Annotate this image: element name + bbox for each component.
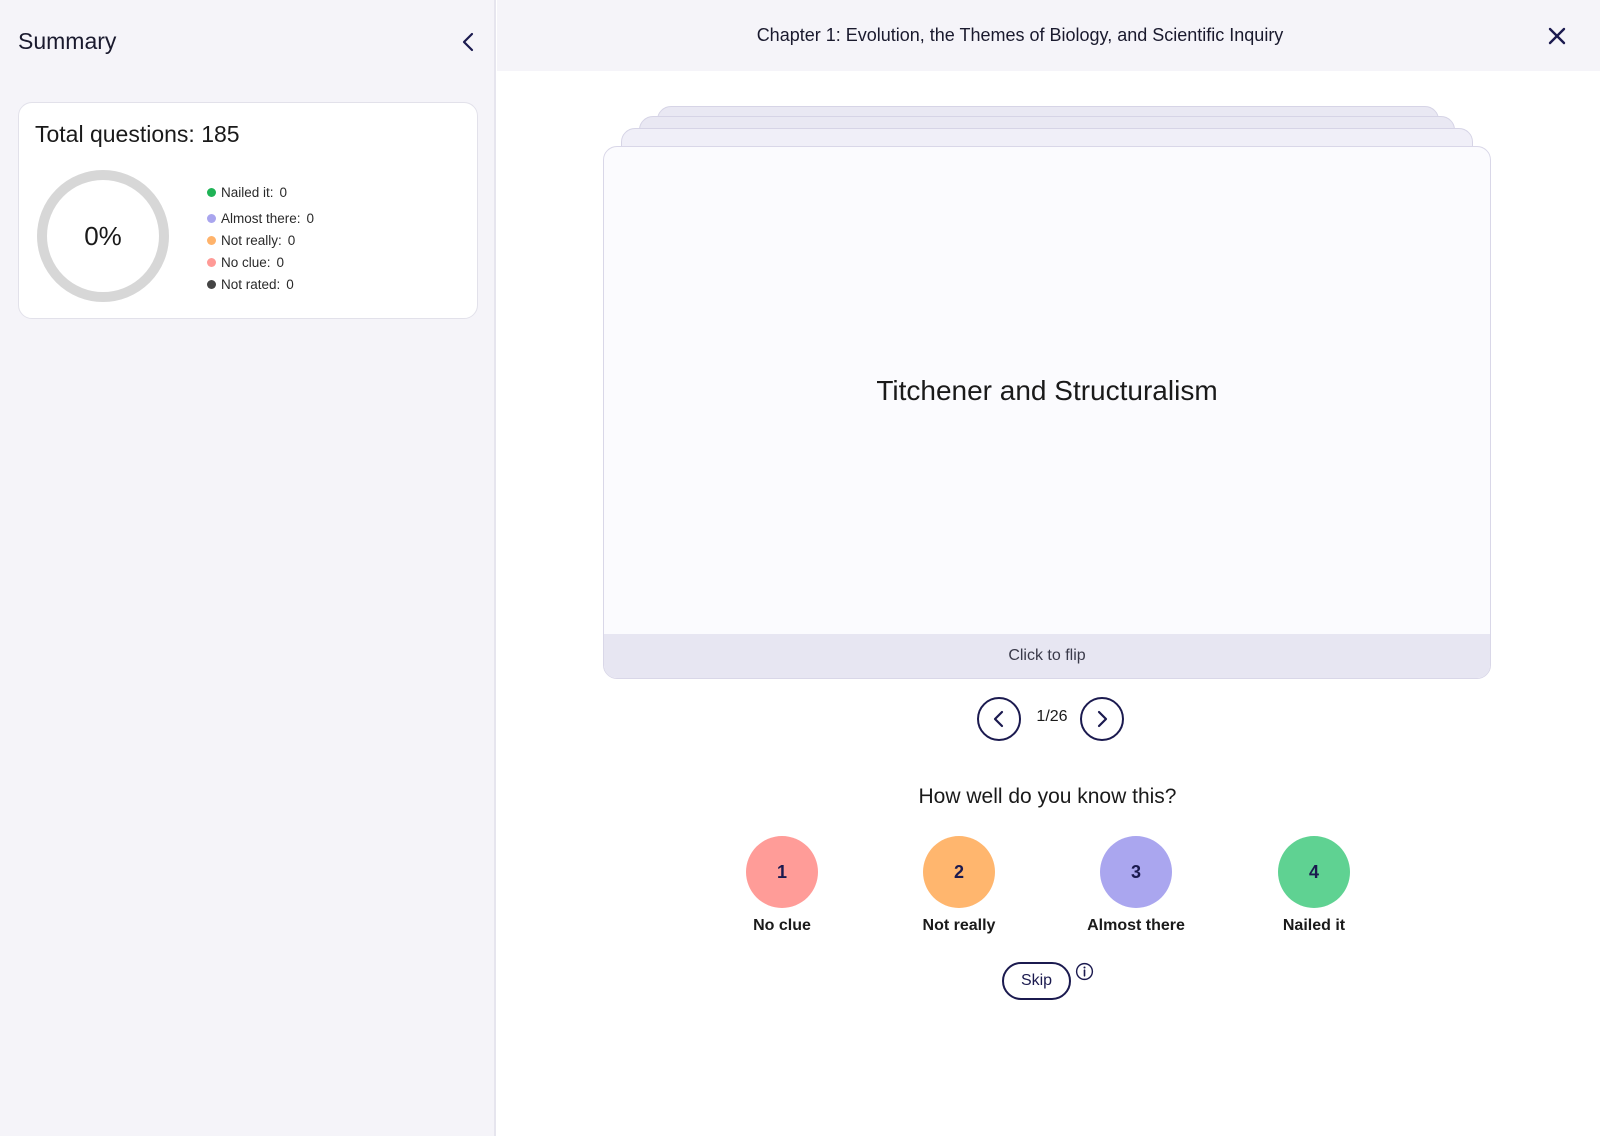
legend-label: Not rated:	[221, 276, 281, 292]
info-icon[interactable]	[1075, 962, 1094, 981]
flashcard[interactable]: Titchener and Structuralism Click to fli…	[603, 146, 1491, 679]
total-questions: Total questions: 185	[35, 121, 240, 147]
legend-dot	[207, 187, 216, 197]
legend-dot	[207, 235, 216, 245]
legend-item-not-really: Not really: 0	[207, 229, 314, 251]
rating-circle: 1	[746, 836, 818, 908]
rating-circle: 4	[1278, 836, 1350, 908]
legend-value: 0	[276, 254, 285, 270]
sidebar-title: Summary	[18, 28, 117, 54]
legend-dot	[207, 213, 216, 223]
summary-card: Total questions: 185 0% Nailed it: 0 Alm…	[18, 102, 478, 319]
legend-label: Not really:	[221, 232, 282, 248]
rate-almost-there-button[interactable]: 3 Almost there	[1066, 836, 1206, 935]
rating-label: Almost there	[1087, 917, 1185, 934]
next-card-button[interactable]	[1080, 697, 1124, 741]
chevron-left-icon	[993, 710, 1004, 728]
legend-value: 0	[279, 184, 288, 200]
chevron-right-icon	[1097, 710, 1108, 728]
legend-label: Nailed it:	[221, 184, 274, 200]
legend-label: Almost there:	[221, 210, 301, 226]
legend-dot	[207, 257, 216, 267]
header-bar: Chapter 1: Evolution, the Themes of Biol…	[497, 0, 1600, 71]
chapter-title: Chapter 1: Evolution, the Themes of Biol…	[756, 25, 1284, 45]
rating-question: How well do you know this?	[918, 785, 1177, 808]
legend-item-nailed-it: Nailed it: 0	[207, 181, 314, 203]
rating-label: Not really	[922, 917, 996, 934]
rating-circle: 3	[1100, 836, 1172, 908]
chevron-left-icon	[462, 32, 474, 52]
legend-item-no-clue: No clue: 0	[207, 251, 314, 273]
legend-label: No clue:	[221, 254, 271, 270]
legend-item-almost-there: Almost there: 0	[207, 207, 314, 229]
rating-label: Nailed it	[1282, 917, 1346, 934]
flashcard-term: Titchener and Structuralism	[876, 375, 1218, 406]
close-icon	[1548, 27, 1566, 45]
rating-circle: 2	[923, 836, 995, 908]
skip-button[interactable]: Skip	[1002, 962, 1071, 1000]
summary-sidebar: Summary Total questions: 185 0% Nailed i…	[0, 0, 496, 1136]
progress-ring: 0%	[36, 169, 170, 303]
rate-no-clue-button[interactable]: 1 No clue	[712, 836, 852, 935]
legend-dot	[207, 279, 216, 289]
legend-value: 0	[287, 232, 296, 248]
flip-hint: Click to flip	[604, 634, 1490, 678]
close-button[interactable]	[1543, 22, 1571, 50]
legend-item-not-rated: Not rated: 0	[207, 273, 314, 295]
collapse-sidebar-button[interactable]	[456, 28, 480, 56]
rating-label: No clue	[753, 917, 811, 934]
progress-percent: 0%	[84, 220, 122, 251]
rating-legend: Nailed it: 0 Almost there: 0 Not really:…	[207, 181, 314, 295]
legend-value: 0	[306, 210, 315, 226]
previous-card-button[interactable]	[977, 697, 1021, 741]
rate-not-really-button[interactable]: 2 Not really	[889, 836, 1029, 935]
rate-nailed-it-button[interactable]: 4 Nailed it	[1244, 836, 1384, 935]
legend-value: 0	[286, 276, 294, 292]
card-position: 1/26	[1036, 708, 1068, 725]
